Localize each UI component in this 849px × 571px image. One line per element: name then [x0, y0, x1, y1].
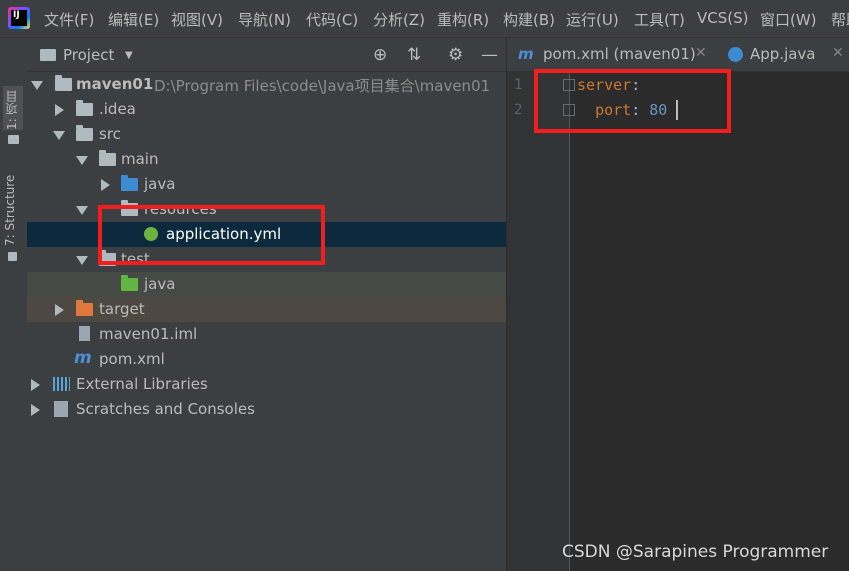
tree-item-maven01[interactable]: maven01 D:\Program Files\code\Java项目集合\m… [27, 72, 506, 97]
maven-icon: m [74, 348, 92, 368]
tab-pom-xml[interactable]: m pom.xml (maven01) ✕ [507, 38, 722, 71]
tree-item-pom-xml[interactable]: m pom.xml [27, 347, 506, 372]
structure-tool-tab[interactable]: 7: Structure [3, 174, 17, 246]
expand-arrow-icon[interactable] [31, 81, 43, 90]
menu-code[interactable]: 代码(C) [306, 9, 358, 30]
menu-help[interactable]: 帮助 [831, 9, 849, 30]
tree-item-java-test[interactable]: java [27, 272, 506, 297]
project-tool-tab[interactable]: 1: 项目 [3, 86, 23, 130]
minimize-icon[interactable]: — [481, 45, 498, 65]
maven-icon: m [518, 45, 534, 63]
menu-refactor[interactable]: 重构(R) [437, 9, 489, 30]
editor-tab-bar: m pom.xml (maven01) ✕ App.java ✕ [507, 38, 849, 72]
expand-arrow-icon[interactable] [76, 156, 88, 165]
structure-icon [8, 252, 17, 261]
menu-view[interactable]: 视图(V) [171, 9, 223, 30]
tree-item-label: maven01 [76, 75, 154, 93]
expand-arrow-icon[interactable] [76, 256, 88, 265]
menu-navigate[interactable]: 导航(N) [238, 9, 291, 30]
menu-analyze[interactable]: 分析(Z) [373, 9, 425, 30]
gear-icon[interactable]: ⚙ [448, 45, 463, 65]
chevron-down-icon[interactable]: ▼ [125, 50, 133, 61]
library-icon [53, 377, 70, 391]
tree-item-label: src [99, 125, 121, 143]
tree-item-label: java [144, 275, 176, 293]
module-folder-icon [55, 75, 72, 91]
project-panel: Project ▼ ⊕ ⇅ ⚙ — maven01 D:\Program Fil… [27, 38, 506, 571]
tree-item-label: java [144, 175, 176, 193]
menu-tools[interactable]: 工具(T) [634, 9, 685, 30]
tree-item-main[interactable]: main [27, 147, 506, 172]
close-icon[interactable]: ✕ [695, 45, 707, 61]
expand-arrow-icon[interactable] [76, 206, 88, 215]
menu-build[interactable]: 构建(B) [503, 9, 555, 30]
java-class-icon [728, 47, 743, 62]
line-number: 2 [514, 102, 523, 118]
source-folder-icon [121, 175, 138, 191]
tab-label: App.java [750, 45, 816, 63]
excluded-folder-icon [76, 300, 93, 316]
expand-arrow-icon[interactable] [55, 104, 64, 116]
expand-arrow-icon[interactable] [101, 179, 110, 191]
highlight-box-editor [534, 69, 731, 133]
tree-item-label: main [121, 150, 159, 168]
tree-item-external-libraries[interactable]: External Libraries [27, 372, 506, 397]
left-tool-strip: 1: 项目 7: Structure [0, 38, 28, 571]
line-number: 1 [514, 77, 523, 93]
folder-icon [76, 100, 93, 116]
scratches-icon [54, 401, 68, 417]
close-icon[interactable]: ✕ [832, 45, 844, 61]
iml-file-icon [79, 326, 90, 341]
menu-run[interactable]: 运行(U) [566, 9, 619, 30]
menu-bar: IJ 文件(F) 编辑(E) 视图(V) 导航(N) 代码(C) 分析(Z) 重… [0, 0, 849, 38]
tree-item-src[interactable]: src [27, 122, 506, 147]
menu-window[interactable]: 窗口(W) [760, 9, 817, 30]
tree-item-java-main[interactable]: java [27, 172, 506, 197]
menu-file[interactable]: 文件(F) [44, 9, 94, 30]
tree-item-label: target [99, 300, 145, 318]
tree-item-idea[interactable]: .idea [27, 97, 506, 122]
tree-item-label: Scratches and Consoles [76, 400, 255, 418]
tree-item-label: pom.xml [99, 350, 165, 368]
tree-item-label: .idea [99, 100, 136, 118]
test-source-folder-icon [121, 275, 138, 291]
project-view-icon [40, 49, 56, 61]
tree-item-label: External Libraries [76, 375, 208, 393]
watermark: CSDN @Sarapines Programmer [562, 542, 829, 562]
project-path: D:\Program Files\code\Java项目集合\maven01 [154, 77, 491, 95]
intellij-logo-icon: IJ [8, 7, 30, 29]
collapse-all-icon[interactable]: ⇅ [407, 45, 421, 65]
expand-arrow-icon[interactable] [31, 404, 40, 416]
tree-item-target[interactable]: target [27, 297, 506, 322]
folder-icon [99, 150, 116, 166]
expand-arrow-icon[interactable] [53, 131, 65, 140]
tree-item-label: maven01.iml [99, 325, 198, 343]
menu-edit[interactable]: 编辑(E) [108, 9, 159, 30]
locate-target-icon[interactable]: ⊕ [373, 45, 387, 65]
project-panel-header: Project ▼ ⊕ ⇅ ⚙ — [27, 38, 506, 72]
tab-label: pom.xml (maven01) [543, 45, 696, 63]
expand-arrow-icon[interactable] [31, 379, 40, 391]
tree-item-maven01-iml[interactable]: maven01.iml [27, 322, 506, 347]
menu-vcs[interactable]: VCS(S) [697, 9, 748, 27]
project-view-selector[interactable]: Project [63, 46, 114, 64]
project-folder-icon [8, 135, 19, 144]
highlight-box-application-yml [98, 205, 325, 265]
folder-icon [76, 125, 93, 141]
expand-arrow-icon[interactable] [55, 304, 64, 316]
line-number-gutter [507, 72, 570, 571]
tree-item-scratches[interactable]: Scratches and Consoles [27, 397, 506, 422]
tab-app-java[interactable]: App.java ✕ [724, 38, 849, 71]
